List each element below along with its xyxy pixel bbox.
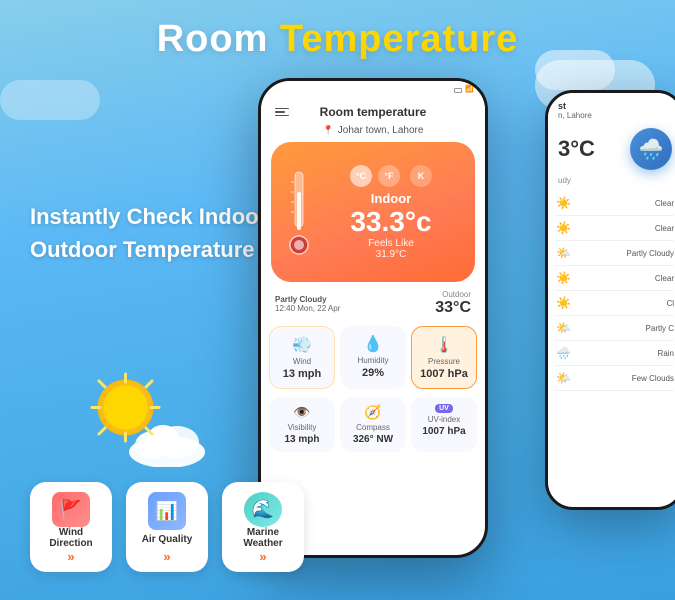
indoor-label: Indoor (317, 191, 465, 206)
fahrenheit-unit[interactable]: °F (378, 165, 400, 187)
kelvin-unit[interactable]: K (410, 165, 432, 187)
compass-card: 🧭 Compass 326° NW (340, 397, 406, 452)
wind-direction-label: Wind Direction (36, 527, 106, 549)
celsius-unit[interactable]: °C (350, 165, 372, 187)
forecast-item: ☀️Clear (556, 266, 674, 291)
wind-direction-icon: 🚩 (52, 492, 90, 527)
page-title: Room Temperature (0, 18, 675, 61)
forecast-item: ☀️Cl (556, 291, 674, 316)
air-quality-label: Air Quality (142, 534, 193, 545)
humidity-card: 💧 Humidity 29% (340, 326, 406, 389)
air-quality-card[interactable]: 📊 Air Quality » (126, 482, 208, 572)
thermometer (281, 167, 317, 257)
marine-weather-card[interactable]: 🌊 Marine Weather » (222, 482, 304, 572)
pressure-icon: 🌡️ (434, 335, 454, 355)
weather-grid: 💨 Wind 13 mph 💧 Humidity 29% 🌡️ Pressure… (261, 321, 485, 394)
air-quality-chevron[interactable]: » (163, 549, 170, 564)
visibility-grid: 👁️ Visibility 13 mph 🧭 Compass 326° NW U… (261, 394, 485, 455)
forecast-item: 🌤️Partly Cloudy (556, 241, 674, 266)
compass-label: Compass (356, 423, 390, 432)
title-highlight: Temperature (280, 18, 518, 60)
uv-card: UV UV-index 1007 hPa (411, 397, 477, 452)
wind-direction-chevron[interactable]: » (67, 549, 74, 564)
forecast-item: ☀️Clear (556, 216, 674, 241)
weather-time: 12:40 Mon, 22 Apr (275, 304, 340, 313)
forecast-item: ☀️Clear (556, 191, 674, 216)
wind-direction-card[interactable]: 🚩 Wind Direction » (30, 482, 112, 572)
feature-cards-row: 🚩 Wind Direction » 📊 Air Quality » 🌊 Mar… (30, 482, 304, 572)
uv-value: 1007 hPa (422, 426, 465, 437)
outdoor-label: Outdoor (435, 290, 471, 299)
marine-weather-label: Marine Weather (228, 527, 298, 549)
forecast-item: 🌤️Partly C (556, 316, 674, 341)
uv-badge: UV (435, 404, 453, 413)
location-text: Johar town, Lahore (338, 125, 424, 136)
status-bar: 📶 (261, 81, 485, 99)
tagline: Instantly Check Indoor/ Outdoor Temperat… (30, 200, 273, 266)
marine-weather-chevron[interactable]: » (259, 549, 266, 564)
air-quality-icon: 📊 (148, 492, 186, 530)
phone-header: Room temperature (261, 99, 485, 123)
visibility-icon: 👁️ (293, 404, 310, 421)
humidity-icon: 💧 (363, 334, 383, 354)
pressure-label: Pressure (428, 357, 460, 366)
compass-icon: 🧭 (364, 404, 381, 421)
visibility-card: 👁️ Visibility 13 mph (269, 397, 335, 452)
tagline-line2: Outdoor Temperature (30, 233, 273, 266)
outdoor-temperature: 33°C (435, 299, 471, 317)
right-phone-location: n, Lahore (558, 111, 672, 120)
wind-value: 13 mph (283, 368, 322, 380)
outdoor-strip: Partly Cloudy 12:40 Mon, 22 Apr Outdoor … (261, 286, 485, 321)
right-phone-title: st (558, 101, 672, 111)
tagline-line1: Instantly Check Indoor/ (30, 200, 273, 233)
compass-value: 326° NW (353, 434, 393, 445)
app-title: Room temperature (320, 105, 427, 119)
weather-condition: Partly Cloudy (275, 295, 340, 304)
sun-icon (88, 370, 163, 445)
visibility-value: 13 mph (284, 434, 319, 445)
temp-display: °C °F K Indoor 33.3°c Feels Like 31.9°C (271, 142, 475, 282)
wind-icon: 💨 (292, 335, 312, 355)
hamburger-icon[interactable] (275, 108, 289, 117)
humidity-value: 29% (362, 367, 384, 379)
forecast-list: ☀️Clear☀️Clear🌤️Partly Cloudy☀️Clear☀️Cl… (548, 187, 675, 395)
indoor-temp-info: °C °F K Indoor 33.3°c Feels Like 31.9°C (317, 165, 465, 260)
pressure-card: 🌡️ Pressure 1007 hPa (411, 326, 477, 389)
right-weather-icon: 🌧️ (630, 128, 672, 170)
marine-weather-icon: 🌊 (244, 492, 282, 527)
wind-card: 💨 Wind 13 mph (269, 326, 335, 389)
wind-label: Wind (293, 357, 311, 366)
forecast-item: 🌧️Rain (556, 341, 674, 366)
indoor-temperature: 33.3°c (317, 206, 465, 238)
visibility-label: Visibility (288, 423, 317, 432)
humidity-label: Humidity (357, 356, 388, 365)
forecast-item: 🌤️Few Clouds (556, 366, 674, 391)
phone-location: 📍 Johar town, Lahore (261, 123, 485, 142)
uv-label: UV-index (428, 415, 460, 424)
phone-right: st n, Lahore 3°C 🌧️ udy ☀️Clear☀️Clear🌤️… (545, 90, 675, 510)
right-phone-condition: udy (548, 174, 675, 187)
pressure-value: 1007 hPa (420, 368, 468, 380)
feels-like: Feels Like 31.9°C (317, 238, 465, 260)
right-phone-temp: 3°C (558, 136, 595, 162)
title-normal: Room (157, 18, 280, 60)
